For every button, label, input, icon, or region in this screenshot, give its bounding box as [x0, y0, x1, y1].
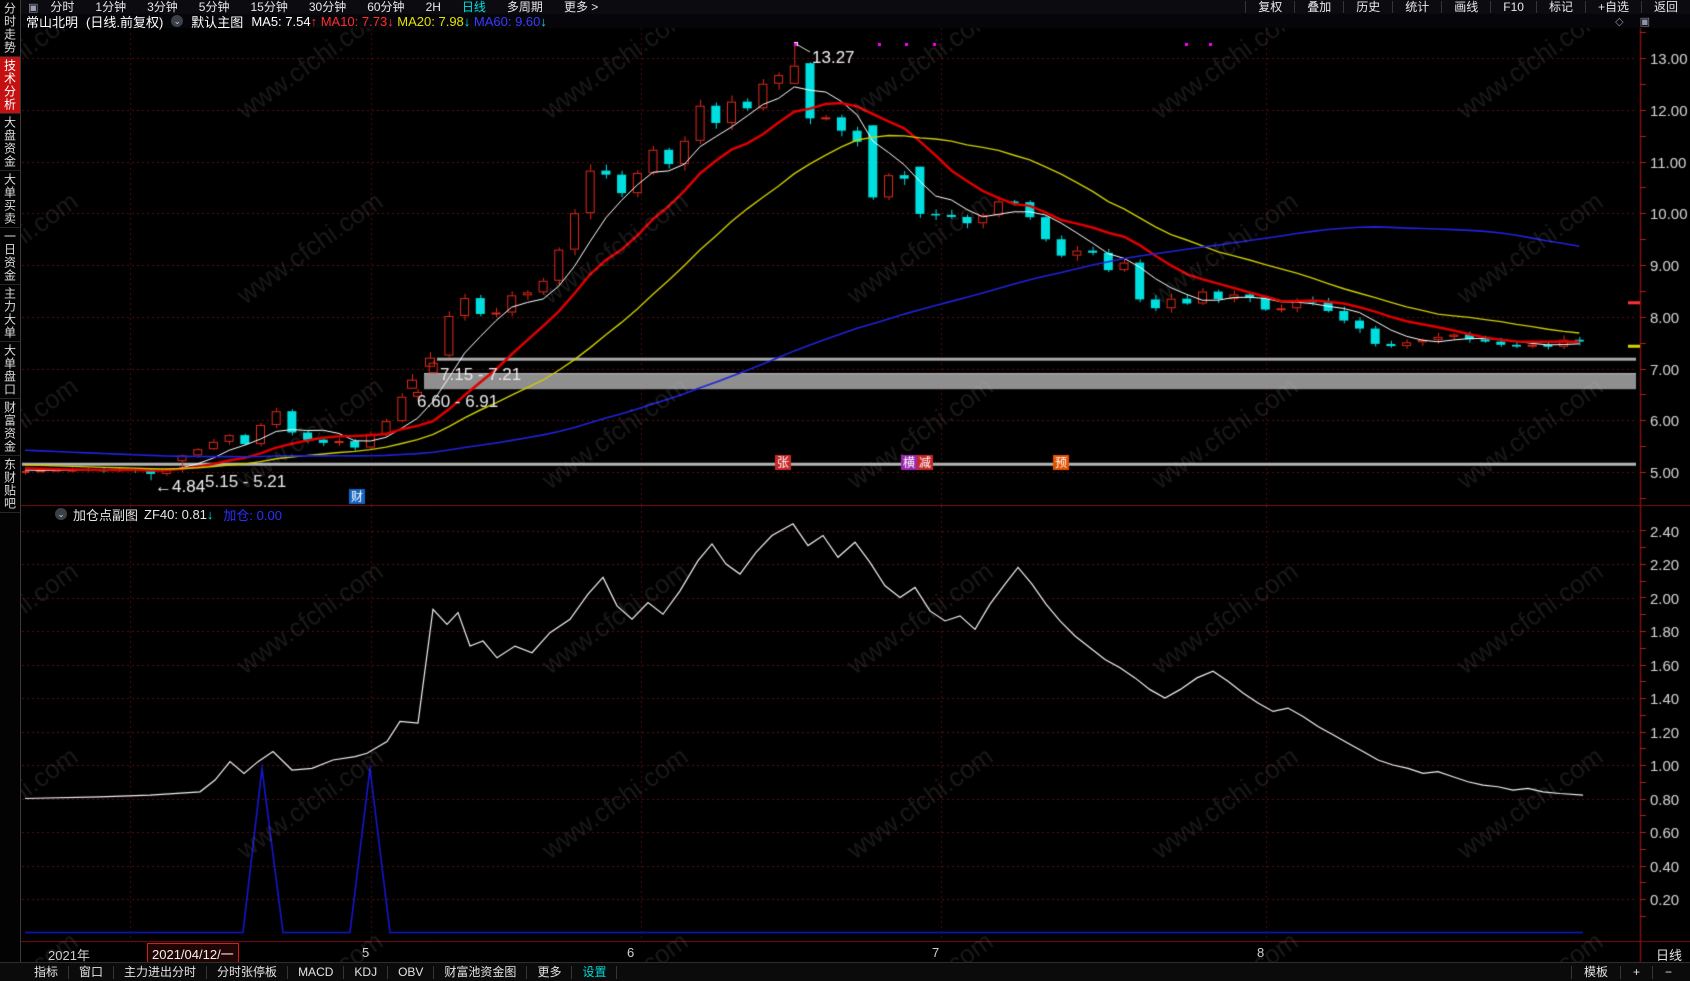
status-menu-item[interactable]: 分时张停板: [207, 966, 289, 979]
down-arrow-icon: ↓: [206, 506, 214, 522]
symbol-name: 常山北明: [26, 14, 79, 30]
diamond-icon[interactable]: ◇: [1615, 15, 1623, 28]
period-menu-item[interactable]: 60分钟: [367, 0, 404, 14]
toolbar-menu-item[interactable]: 复权: [1245, 1, 1294, 13]
status-menu-item[interactable]: 设置: [572, 966, 618, 979]
date-axis-row: 日线 2021年 2021/04/12/一 5 6 7 8: [20, 943, 1690, 964]
date-axis-label: 8: [1257, 945, 1265, 960]
date-axis-label: 5: [362, 945, 370, 960]
template-menu: 模板 + −: [1570, 966, 1684, 979]
app-window: ▣ 分时 1分钟 3分钟 5分钟 15分钟 30分钟 60分钟 2H 日线 多周期 更多 > 复权叠…: [0, 0, 1690, 981]
sidebar-item-大单盘口[interactable]: 大单盘口: [0, 342, 20, 399]
toolbar-menu-item[interactable]: 标记: [1535, 1, 1585, 13]
chevron-down-icon[interactable]: ⌄: [171, 15, 184, 27]
sidebar-item-大单买卖[interactable]: 大单买卖: [0, 171, 20, 228]
indicator-menu: 指标 窗口 主力进出分时 分时张停板 MACD KDJ OBV 财富池资金图 更多 设置: [24, 966, 618, 979]
main-chart-canvas[interactable]: [0, 0, 1690, 981]
date-axis-label: 6: [627, 945, 635, 960]
period-menu-item[interactable]: 更多 >: [564, 0, 598, 14]
toolbar-menu-item[interactable]: F10: [1490, 1, 1536, 13]
period-menu-item[interactable]: 日线: [462, 0, 486, 14]
panel-icon[interactable]: ▣: [1640, 15, 1650, 28]
status-menu-item[interactable]: MACD: [288, 966, 345, 979]
ma-value: MA10: 7.73↓: [317, 13, 394, 29]
toolbar-menu-item[interactable]: 统计: [1392, 1, 1441, 13]
chevron-down-icon[interactable]: ⌄: [55, 508, 67, 520]
overlay-label[interactable]: 默认主图: [191, 12, 243, 31]
ma-values: MA5: 7.54↑ MA10: 7.73↓ MA20: 7.98↓ MA60:…: [251, 14, 547, 29]
period-label: (日线.前复权): [86, 14, 164, 30]
toolbar-menu-item[interactable]: 叠加: [1294, 1, 1343, 13]
status-menu-item[interactable]: 窗口: [69, 966, 115, 979]
toolbar-menu-item[interactable]: 历史: [1343, 1, 1392, 13]
status-menu-item[interactable]: 指标: [24, 966, 70, 979]
template-menu-item[interactable]: +: [1619, 966, 1652, 979]
date-axis-label: 7: [932, 945, 940, 960]
chart-header-bar: 常山北明 (日线.前复权) ⌄ 默认主图 MA5: 7.54↑ MA10: 7.…: [20, 12, 1690, 31]
period-menu-item[interactable]: 15分钟: [250, 0, 287, 14]
sub-indicator-name[interactable]: 加仓点副图: [73, 505, 138, 524]
sidebar-item-大盘资金[interactable]: 大盘资金: [0, 114, 20, 171]
sidebar-item-主力大单[interactable]: 主力大单: [0, 285, 20, 342]
ma-value: MA20: 7.98↓: [393, 13, 471, 29]
period-menu-item[interactable]: 2H: [426, 0, 441, 14]
sidebar-item-财富资金[interactable]: 财富资金: [0, 399, 20, 456]
toolbar-menu-item[interactable]: 返回: [1640, 1, 1690, 13]
status-bar: 指标 窗口 主力进出分时 分时张停板 MACD KDJ OBV 财富池资金图 更多 设置 模板 + −: [0, 962, 1690, 981]
status-menu-item[interactable]: KDJ: [344, 966, 389, 979]
sidebar-item-一日资金[interactable]: 一日资金: [0, 228, 20, 285]
ma-value: MA60: 9.60↓: [470, 13, 547, 29]
date-axis-label: 2021/04/12/一: [147, 943, 239, 964]
left-sidebar: 分时走势 技术分析 大盘资金 大单买卖 一日资金 主力大单 大单盘口 财富资金 东财贴吧: [0, 0, 21, 981]
template-menu-item[interactable]: 模板: [1570, 966, 1620, 979]
header-right-icons: ◇ ▣: [1615, 15, 1650, 28]
period-menu-item[interactable]: 30分钟: [309, 0, 346, 14]
sub-indicator-header: ⌄ 加仓点副图 ZF40: 0.81↓ 加仓: 0.00: [55, 505, 282, 523]
trend-arrow-icon: ↓: [540, 13, 547, 29]
toolbar-menu: 复权 叠加 历史 统计 画线 F10 标记 +自选 返回: [1245, 1, 1690, 13]
jiacang-value: 加仓: 0.00: [223, 507, 282, 523]
zf40-value: ZF40: 0.81↓: [144, 506, 214, 522]
status-menu-item[interactable]: 财富池资金图: [434, 966, 528, 979]
sidebar-item-东财贴吧[interactable]: 东财贴吧: [0, 456, 20, 513]
template-menu-item[interactable]: −: [1651, 966, 1684, 979]
toolbar-menu-item[interactable]: 画线: [1441, 1, 1490, 13]
status-menu-item[interactable]: 主力进出分时: [114, 966, 208, 979]
toolbar-menu-item[interactable]: +自选: [1584, 1, 1641, 13]
sidebar-item-技术分析[interactable]: 技术分析: [0, 57, 20, 114]
status-menu-item[interactable]: OBV: [388, 966, 435, 979]
ma-value: MA5: 7.54↑: [251, 13, 318, 29]
status-menu-item[interactable]: 更多: [527, 966, 573, 979]
period-menu-item[interactable]: 多周期: [507, 0, 543, 14]
sidebar-item-分时走势[interactable]: 分时走势: [0, 0, 20, 57]
